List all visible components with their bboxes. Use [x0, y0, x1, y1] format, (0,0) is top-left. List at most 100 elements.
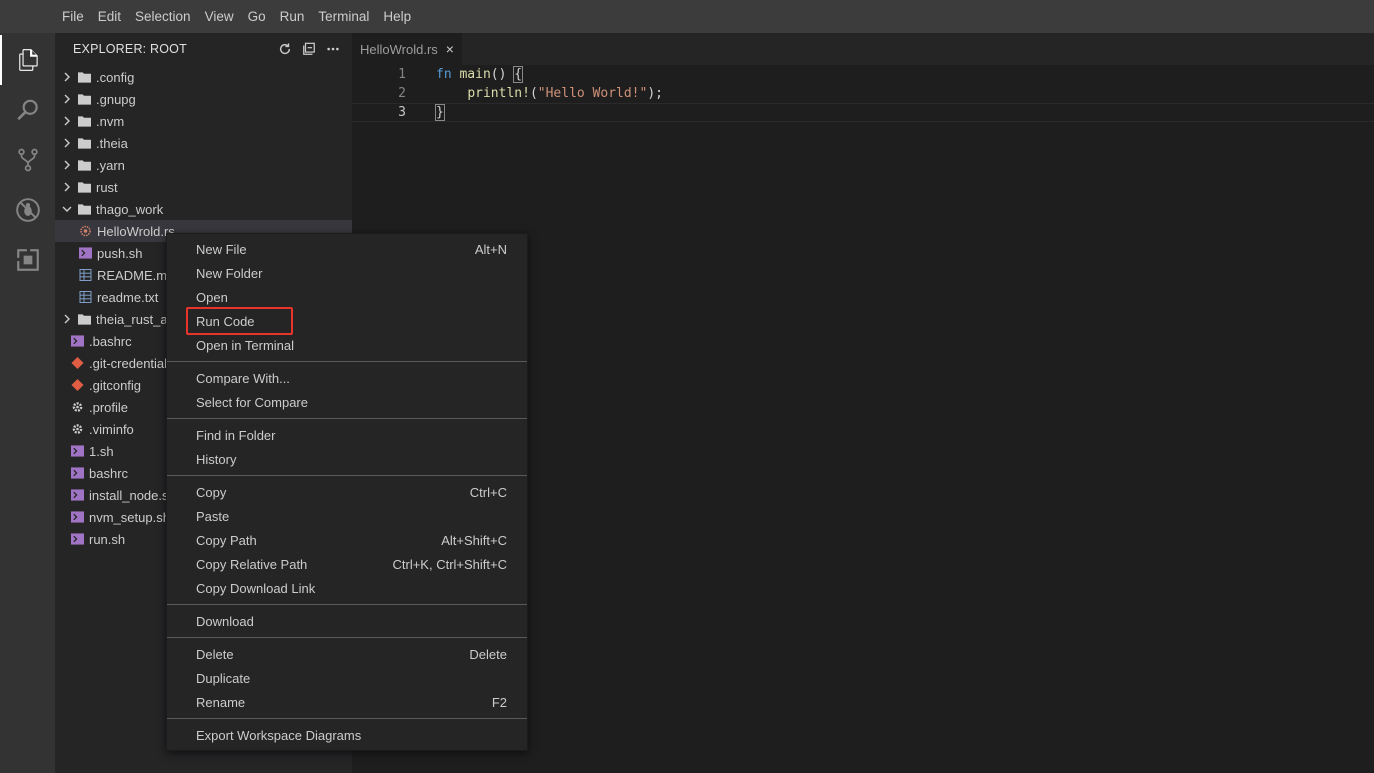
- context-item-duplicate[interactable]: Duplicate: [167, 666, 527, 690]
- tree-item-label: README.m: [97, 267, 168, 283]
- context-item-open-in-terminal[interactable]: Open in Terminal: [167, 333, 527, 357]
- tree-item-label: .nvm: [96, 113, 125, 129]
- chevron-right-icon[interactable]: [60, 92, 74, 106]
- context-item-copy-path[interactable]: Copy Path Alt+Shift+C: [167, 528, 527, 552]
- tree-folder[interactable]: .gnupg: [55, 88, 352, 110]
- tree-item-label: .config: [96, 69, 135, 85]
- annotation-highlight-box: [186, 307, 293, 335]
- tree-folder[interactable]: .theia: [55, 132, 352, 154]
- source-control-activity[interactable]: [0, 135, 55, 185]
- git-file-icon: [69, 356, 85, 370]
- context-item-download[interactable]: Download: [167, 609, 527, 633]
- menu-selection[interactable]: Selection: [128, 0, 198, 33]
- context-item-copy-relative-path[interactable]: Copy Relative Path Ctrl+K, Ctrl+Shift+C: [167, 552, 527, 576]
- context-item-new-folder[interactable]: New Folder: [167, 261, 527, 285]
- menu-item-label: New Folder: [196, 265, 263, 281]
- tree-item-label: 1.sh: [89, 443, 114, 459]
- chevron-down-icon[interactable]: [60, 202, 74, 216]
- menu-item-label: Copy Path: [196, 532, 257, 548]
- menu-terminal[interactable]: Terminal: [311, 0, 376, 33]
- menu-view[interactable]: View: [198, 0, 241, 33]
- menu-item-label: Copy Download Link: [196, 580, 316, 596]
- context-item-compare-with[interactable]: Compare With...: [167, 366, 527, 390]
- menu-go[interactable]: Go: [241, 0, 273, 33]
- chevron-right-icon[interactable]: [60, 136, 74, 150]
- menu-file[interactable]: File: [55, 0, 91, 33]
- menu-item-label: Paste: [196, 508, 230, 524]
- menu-item-label: Open in Terminal: [196, 337, 295, 353]
- shell-file-icon: [69, 532, 85, 546]
- tree-folder[interactable]: rust: [55, 176, 352, 198]
- code-line: 1 fn main() {: [352, 65, 1374, 84]
- menu-run[interactable]: Run: [273, 0, 312, 33]
- chevron-right-icon[interactable]: [60, 158, 74, 172]
- tree-item-label: .viminfo: [89, 421, 134, 437]
- extensions-icon: [15, 248, 39, 271]
- close-icon[interactable]: ×: [446, 41, 454, 57]
- menu-edit[interactable]: Edit: [91, 0, 128, 33]
- search-activity[interactable]: [0, 85, 55, 135]
- more-icon[interactable]: [326, 42, 340, 56]
- editor-tab-bar: HelloWrold.rs ×: [352, 33, 1374, 65]
- chevron-right-icon[interactable]: [60, 114, 74, 128]
- git-file-icon: [69, 378, 85, 392]
- code-text: }: [435, 104, 445, 121]
- context-item-delete[interactable]: Delete Delete: [167, 642, 527, 666]
- menu-separator: [167, 637, 527, 638]
- source-control-icon: [17, 148, 38, 172]
- shell-file-icon: [69, 466, 85, 480]
- tree-item-label: .gnupg: [96, 91, 136, 107]
- tree-item-label: thago_work: [96, 201, 164, 217]
- debug-activity[interactable]: [0, 185, 55, 235]
- explorer-header: EXPLORER: ROOT: [55, 33, 352, 64]
- tree-item-label: bashrc: [89, 465, 129, 481]
- tree-folder[interactable]: .config: [55, 66, 352, 88]
- menu-separator: [167, 361, 527, 362]
- tree-item-label: run.sh: [89, 531, 126, 547]
- tree-item-label: .gitconfig: [89, 377, 142, 393]
- debug-icon: [15, 198, 40, 222]
- editor-tab[interactable]: HelloWrold.rs ×: [352, 33, 462, 65]
- shell-file-icon: [69, 510, 85, 524]
- tree-item-label: HelloWrold.rs: [97, 223, 175, 239]
- chevron-right-icon[interactable]: [60, 180, 74, 194]
- folder-icon: [76, 202, 92, 216]
- chevron-right-icon[interactable]: [60, 70, 74, 84]
- tree-folder[interactable]: .nvm: [55, 110, 352, 132]
- menu-item-shortcut: Alt+Shift+C: [441, 532, 507, 548]
- tree-item-label: .bashrc: [89, 333, 132, 349]
- context-item-open[interactable]: Open: [167, 285, 527, 309]
- search-icon: [16, 99, 38, 121]
- tree-item-label: .profile: [89, 399, 129, 415]
- tree-item-label: .yarn: [96, 157, 125, 173]
- chevron-right-icon[interactable]: [60, 312, 74, 326]
- tab-label: HelloWrold.rs: [360, 41, 438, 57]
- context-item-copy[interactable]: Copy Ctrl+C: [167, 480, 527, 504]
- context-item-paste[interactable]: Paste: [167, 504, 527, 528]
- menu-separator: [167, 475, 527, 476]
- tree-folder[interactable]: thago_work: [55, 198, 352, 220]
- code-line-current: 3 }: [352, 103, 1374, 122]
- refresh-icon[interactable]: [278, 42, 292, 56]
- folder-icon: [76, 312, 92, 326]
- context-item-rename[interactable]: Rename F2: [167, 690, 527, 714]
- menu-item-label: Compare With...: [196, 370, 290, 386]
- menu-item-label: Export Workspace Diagrams: [196, 727, 362, 743]
- tree-folder[interactable]: .yarn: [55, 154, 352, 176]
- context-item-history[interactable]: History: [167, 447, 527, 471]
- collapse-all-icon[interactable]: [302, 42, 316, 56]
- explorer-activity[interactable]: [0, 35, 55, 85]
- line-number: 3: [398, 105, 406, 120]
- context-item-find-in-folder[interactable]: Find in Folder: [167, 423, 527, 447]
- extensions-activity[interactable]: [0, 235, 55, 285]
- context-item-copy-download-link[interactable]: Copy Download Link: [167, 576, 527, 600]
- menu-item-label: Find in Folder: [196, 427, 276, 443]
- context-item-new-file[interactable]: New File Alt+N: [167, 237, 527, 261]
- context-item-select-for-compare[interactable]: Select for Compare: [167, 390, 527, 414]
- context-item-export-workspace-diagrams[interactable]: Export Workspace Diagrams: [167, 723, 527, 747]
- menu-separator: [167, 604, 527, 605]
- menu-separator: [167, 718, 527, 719]
- menu-help[interactable]: Help: [376, 0, 418, 33]
- gear-icon: [69, 422, 85, 436]
- menu-item-label: Select for Compare: [196, 394, 308, 410]
